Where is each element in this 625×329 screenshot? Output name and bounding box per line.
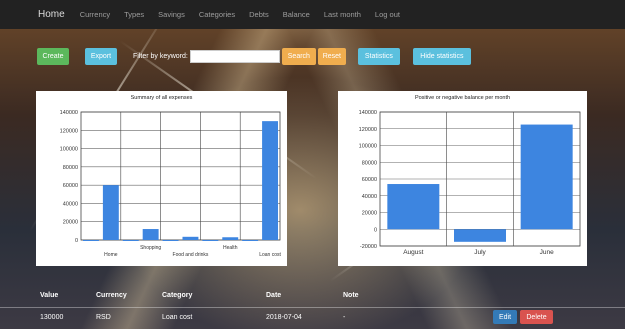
x-tick-label: Health: [223, 245, 238, 251]
y-tick-label: 120000: [359, 127, 377, 133]
nav-home-link[interactable]: Home: [38, 9, 65, 20]
x-tick-label: Home: [104, 252, 118, 258]
chart-title: Positive or negative balance per month: [414, 95, 511, 101]
header-currency: Currency: [96, 292, 127, 299]
header-date: Date: [266, 292, 282, 299]
bar: [454, 229, 506, 242]
bar: [82, 240, 99, 241]
bar: [242, 240, 259, 241]
bar: [520, 124, 573, 230]
y-tick-label: 140000: [60, 110, 78, 116]
nav-link-log-out[interactable]: Log out: [375, 10, 400, 19]
table-header: Value Currency Category Date Note: [0, 286, 625, 306]
cell-note: -: [343, 314, 346, 321]
header-category: Category: [162, 292, 193, 299]
balance-bar-chart: -20000 0 20000 40000 60000 80000 100000 120000 1…: [359, 110, 581, 256]
bar: [102, 185, 119, 240]
cell-category: Loan cost: [162, 314, 193, 321]
edit-button[interactable]: Edit: [493, 310, 517, 324]
y-tick-label: 40000: [63, 201, 78, 207]
y-tick-label: 20000: [63, 220, 78, 226]
expenses-chart-panel: Summary of all expenses 0 20000 40000 60000…: [36, 91, 287, 266]
nav-link-categories[interactable]: Categories: [199, 10, 235, 19]
bar: [142, 229, 159, 240]
x-tick-label: Food and drinks: [173, 252, 209, 258]
cell-value: 130000: [40, 314, 64, 321]
y-tick-label: 80000: [63, 165, 78, 171]
bar: [222, 237, 239, 240]
y-tick-label: 120000: [60, 128, 78, 134]
x-tick-label: Loan cost: [259, 252, 281, 258]
reset-button[interactable]: Reset: [317, 47, 346, 65]
x-tick-label: August: [403, 249, 423, 256]
filter-label: Filter by keyword:: [133, 52, 188, 60]
y-tick-label: 60000: [362, 177, 377, 183]
nav-link-debts[interactable]: Debts: [249, 10, 269, 19]
top-navbar: Home Currency Types Savings Categories D…: [0, 0, 625, 29]
y-tick-label: 0: [75, 238, 78, 244]
bar: [162, 240, 179, 241]
bar: [202, 240, 219, 241]
x-tick-label: July: [474, 249, 486, 256]
balance-chart-panel: Positive or negative balance per month -…: [338, 91, 587, 266]
x-tick-label: June: [540, 249, 554, 256]
header-value: Value: [40, 292, 59, 299]
delete-button[interactable]: Delete: [520, 310, 553, 324]
y-tick-label: 100000: [359, 144, 377, 150]
bar: [262, 121, 279, 240]
expenses-bar-chart: 0 20000 40000 60000 80000 100000 120000 140000 H…: [60, 110, 282, 258]
y-tick-label: 40000: [362, 194, 377, 200]
toolbar: Create Export Filter by keyword: Search …: [37, 47, 471, 65]
y-tick-label: 20000: [362, 211, 377, 217]
y-tick-label: 0: [374, 227, 377, 233]
export-button[interactable]: Export: [85, 47, 117, 65]
search-button[interactable]: Search: [281, 47, 316, 65]
y-tick-label: 60000: [63, 183, 78, 189]
bar: [387, 184, 440, 230]
x-tick-label: Shopping: [140, 245, 161, 251]
statistics-button[interactable]: Statistics: [357, 47, 400, 65]
filter-input[interactable]: [189, 49, 280, 63]
nav-link-types[interactable]: Types: [124, 10, 144, 19]
nav-link-savings[interactable]: Savings: [158, 10, 185, 19]
cell-date: 2018-07-04: [266, 314, 302, 321]
bar: [122, 240, 139, 241]
y-tick-label: 140000: [359, 110, 377, 116]
bar: [182, 236, 199, 240]
chart-title: Summary of all expenses: [130, 95, 193, 101]
y-tick-label: 80000: [362, 160, 377, 166]
nav-link-balance[interactable]: Balance: [283, 10, 310, 19]
cell-currency: RSD: [96, 314, 111, 321]
header-note: Note: [343, 292, 359, 299]
y-tick-label: 100000: [60, 147, 78, 153]
hide-statistics-button[interactable]: Hide statistics: [412, 47, 471, 65]
nav-link-last-month[interactable]: Last month: [324, 10, 361, 19]
nav-link-currency[interactable]: Currency: [80, 10, 110, 19]
create-button[interactable]: Create: [37, 47, 69, 65]
y-tick-label: -20000: [360, 244, 377, 250]
